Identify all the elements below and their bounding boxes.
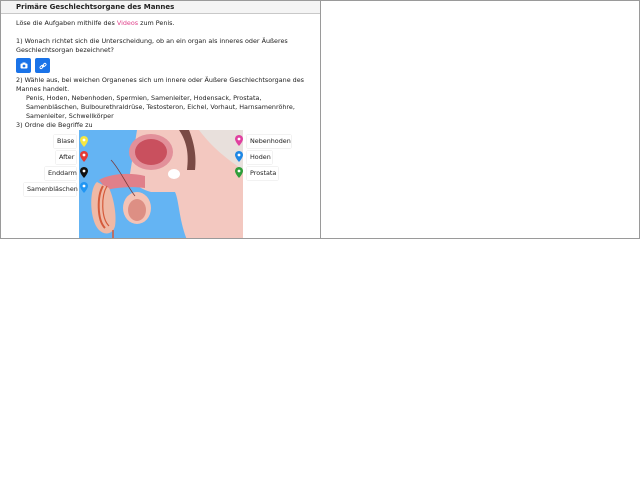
blank-pane — [320, 0, 640, 239]
videos-link[interactable]: Videos — [117, 19, 138, 27]
pin-red-icon[interactable] — [80, 151, 88, 162]
intro-text: Löse die Aufgaben mithilfe des Videos zu… — [16, 19, 175, 27]
pin-yellow-icon[interactable] — [80, 136, 88, 147]
pin-blue-icon[interactable] — [80, 182, 88, 193]
worksheet-content: Löse die Aufgaben mithilfe des Videos zu… — [16, 19, 314, 130]
link-button[interactable] — [35, 58, 50, 73]
label-nebenhoden[interactable]: Nebenhoden — [247, 135, 291, 148]
label-samenblaeschen[interactable]: Samenbläschen — [24, 183, 78, 196]
worksheet-title: Primäre Geschlechtsorgane des Mannes — [1, 1, 320, 14]
label-enddarm[interactable]: Enddarm — [45, 167, 77, 180]
pin-darkblue-icon[interactable] — [235, 151, 243, 162]
label-prostata[interactable]: Prostata — [247, 167, 278, 180]
label-after[interactable]: After — [56, 151, 76, 164]
label-blase[interactable]: Blase — [54, 135, 76, 148]
worksheet-pane: Primäre Geschlechtsorgane des Mannes Lös… — [0, 0, 321, 239]
answer-buttons — [16, 58, 314, 73]
camera-icon — [20, 62, 27, 69]
pin-magenta-icon[interactable] — [235, 135, 243, 146]
pin-black-icon[interactable] — [80, 167, 88, 178]
task-2-terms: Penis, Hoden, Nebenhoden, Spermien, Same… — [26, 94, 295, 120]
anatomy-illustration — [79, 130, 243, 238]
camera-button[interactable] — [16, 58, 31, 73]
link-icon — [38, 62, 47, 69]
task-1-text: 1) Wonach richtet sich die Unterscheidun… — [16, 37, 288, 54]
pin-green-icon[interactable] — [235, 167, 243, 178]
label-hoden[interactable]: Hoden — [247, 151, 272, 164]
task-2-text: 2) Wähle aus, bei weichen Organenes sich… — [16, 76, 304, 93]
task-3-text: 3) Ordne die Begriffe zu — [16, 121, 93, 129]
anatomy-figure — [79, 130, 243, 238]
